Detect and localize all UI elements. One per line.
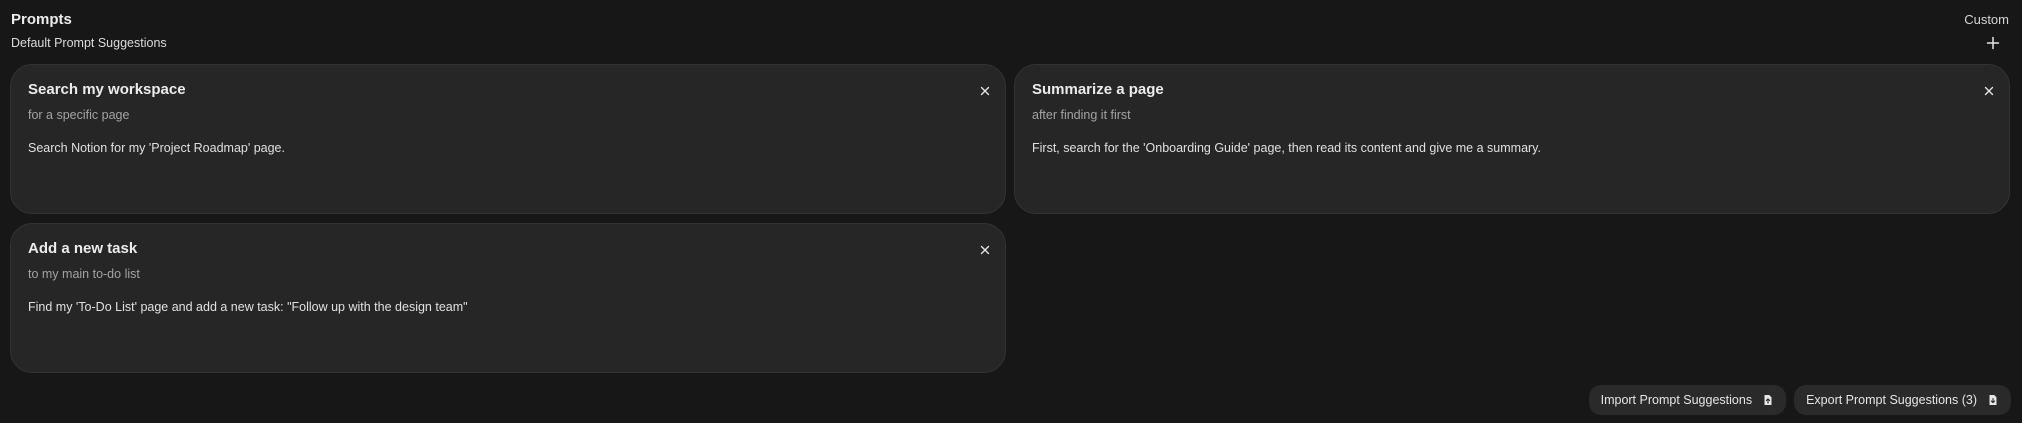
remove-prompt-button[interactable] [978, 243, 992, 257]
prompt-content: First, search for the 'Onboarding Guide'… [1032, 141, 1541, 155]
import-prompts-button[interactable]: Import Prompt Suggestions [1588, 385, 1787, 415]
file-arrow-down-icon [1987, 394, 1999, 406]
prompt-subtitle: for a specific page [28, 108, 130, 122]
export-button-label: Export Prompt Suggestions (3) [1806, 393, 1977, 407]
close-icon [1984, 86, 1994, 96]
remove-prompt-button[interactable] [1982, 84, 1996, 98]
prompt-suggestions-list: Search my workspace for a specific page … [10, 64, 2010, 373]
prompt-title: Summarize a page [1032, 81, 1164, 98]
prompt-title: Search my workspace [28, 81, 186, 98]
prompt-content: Find my 'To-Do List' page and add a new … [28, 300, 468, 314]
prompt-title: Add a new task [28, 240, 138, 257]
prompt-content: Search Notion for my 'Project Roadmap' p… [28, 141, 285, 155]
page-title: Prompts [11, 11, 72, 28]
prompt-card[interactable]: Search my workspace for a specific page … [10, 64, 1006, 214]
close-icon [980, 245, 990, 255]
import-button-label: Import Prompt Suggestions [1600, 393, 1753, 407]
file-arrow-up-icon [1762, 394, 1774, 406]
section-title: Default Prompt Suggestions [11, 36, 167, 50]
add-prompt-button[interactable] [1984, 34, 2002, 52]
export-prompts-button[interactable]: Export Prompt Suggestions (3) [1794, 385, 2011, 415]
prompt-card[interactable]: Add a new task to my main to-do list Fin… [10, 223, 1006, 373]
footer-actions: Import Prompt Suggestions Export Prompt … [1588, 385, 2011, 415]
plus-icon [1986, 36, 2000, 50]
prompt-subtitle: to my main to-do list [28, 267, 140, 281]
prompt-card[interactable]: Summarize a page after finding it first … [1014, 64, 2010, 214]
close-icon [980, 86, 990, 96]
remove-prompt-button[interactable] [978, 84, 992, 98]
prompt-subtitle: after finding it first [1032, 108, 1131, 122]
mode-label[interactable]: Custom [1964, 12, 2009, 27]
